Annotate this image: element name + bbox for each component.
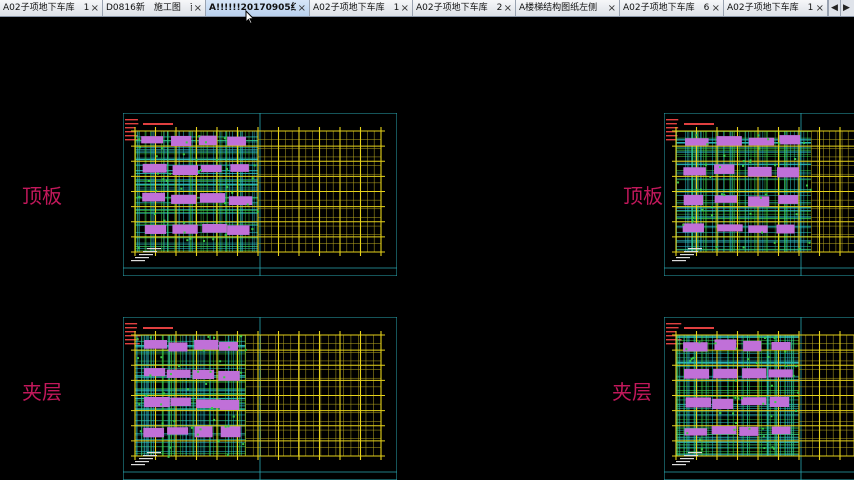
label-bottom-right: 夹层 xyxy=(612,380,652,404)
drawing-sheet-top-right xyxy=(664,113,854,276)
tab-5[interactable]: A02子项地下车库 22···× xyxy=(413,0,516,16)
drawing-tab-bar: A02子项地下车库 11···× D0816新 施工图 商业···× A!!!!… xyxy=(0,0,854,17)
close-icon[interactable]: × xyxy=(608,1,616,16)
close-icon[interactable]: × xyxy=(504,1,512,16)
label-top-left: 顶板 xyxy=(22,184,62,208)
tab-scroll-left-icon[interactable]: ◀ xyxy=(828,0,840,16)
close-icon[interactable]: × xyxy=(816,1,824,16)
tab-label: A02子项地下车库 22··· xyxy=(416,2,502,13)
close-icon[interactable]: × xyxy=(401,1,409,16)
tab-scroll-right-icon[interactable]: ▶ xyxy=(840,0,852,16)
tab-3-active[interactable]: A!!!!!!20170905红河···× xyxy=(206,0,310,16)
close-icon[interactable]: × xyxy=(298,1,306,16)
tab-label: A02子项地下车库 11··· xyxy=(3,2,89,13)
tab-6[interactable]: A楼梯结构图纸左侧 × xyxy=(516,0,620,16)
close-icon[interactable]: × xyxy=(91,1,99,16)
tab-4[interactable]: A02子项地下车库 12···× xyxy=(310,0,413,16)
close-icon[interactable]: × xyxy=(712,1,720,16)
close-icon[interactable]: × xyxy=(194,1,202,16)
tab-2[interactable]: D0816新 施工图 商业···× xyxy=(103,0,206,16)
drawing-sheet-bottom-right xyxy=(664,317,854,480)
tab-label: A02子项地下车库 61··· xyxy=(623,2,710,13)
drawing-sheet-top-left xyxy=(123,113,397,276)
tab-label: D0816新 施工图 商业··· xyxy=(106,2,192,13)
drawing-sheet-bottom-left xyxy=(123,317,397,480)
tab-label: A02子项地下车库 13··· xyxy=(727,2,814,13)
tab-label: A02子项地下车库 12··· xyxy=(313,2,399,13)
mouse-cursor-icon xyxy=(245,10,255,24)
tab-1[interactable]: A02子项地下车库 11···× xyxy=(0,0,103,16)
label-bottom-left: 夹层 xyxy=(22,380,62,404)
label-top-right: 顶板 xyxy=(623,184,663,208)
tab-7[interactable]: A02子项地下车库 61···× xyxy=(620,0,724,16)
tab-8[interactable]: A02子项地下车库 13···× xyxy=(724,0,828,16)
cad-drawing-canvas[interactable]: 顶板 夹层 顶板 夹层 xyxy=(0,17,854,480)
tab-label: A楼梯结构图纸左侧 xyxy=(519,2,598,13)
